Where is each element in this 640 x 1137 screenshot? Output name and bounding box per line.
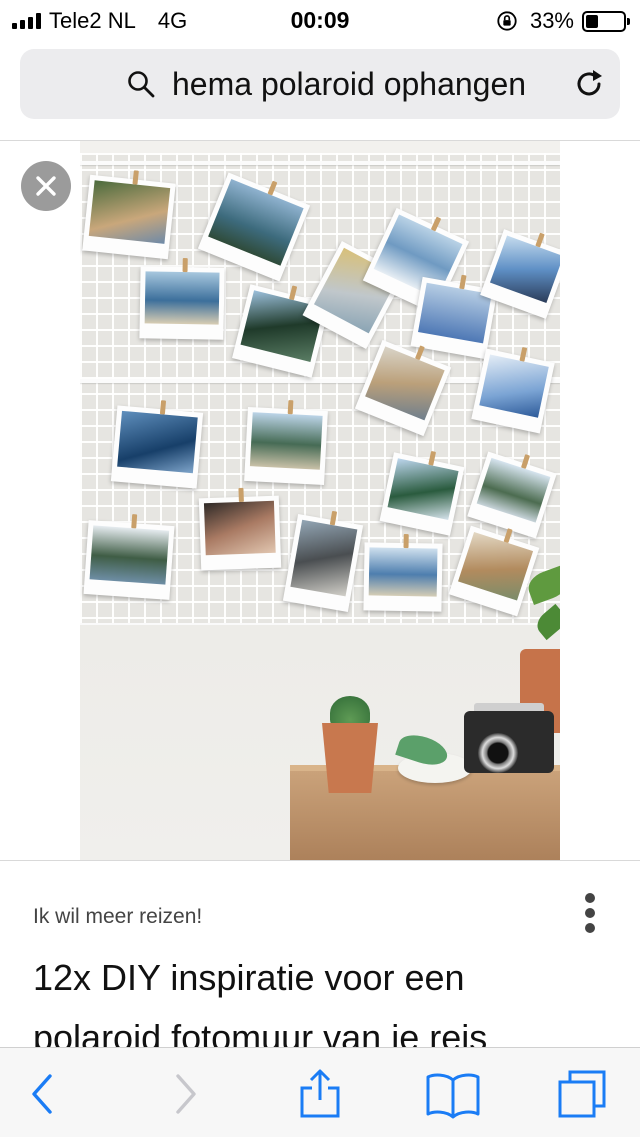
share-icon <box>300 1069 340 1118</box>
orientation-lock-icon <box>497 11 517 31</box>
reload-icon[interactable] <box>572 67 606 101</box>
search-icon <box>128 71 155 98</box>
status-right: 33% <box>496 8 630 34</box>
grid-rail <box>80 161 560 165</box>
close-button[interactable] <box>21 161 71 211</box>
result-source[interactable]: Ik wil meer reizen! <box>33 905 202 929</box>
polaroid-photo <box>110 400 204 489</box>
polaroid-photo <box>198 487 282 571</box>
forward-chevron-icon <box>176 1074 196 1114</box>
share-button[interactable] <box>294 1068 346 1120</box>
bottom-toolbar <box>0 1047 640 1137</box>
close-icon <box>36 176 56 196</box>
battery-percent: 33% <box>529 8 574 33</box>
forward-button[interactable] <box>160 1068 212 1120</box>
status-bar: Tele2 NL 4G 00:09 33% <box>0 0 640 40</box>
polaroid-photo <box>139 258 225 340</box>
polaroid-photo <box>83 514 175 600</box>
battery-level <box>586 14 598 28</box>
battery-icon <box>582 10 630 32</box>
tabs-icon <box>558 1070 606 1118</box>
search-query[interactable]: hema polaroid ophangen <box>172 66 526 103</box>
polaroid-photo <box>471 346 555 434</box>
polaroid-photo <box>244 400 328 486</box>
tabs-button[interactable] <box>556 1068 608 1120</box>
bookmarks-icon <box>426 1073 480 1119</box>
more-vertical-icon[interactable] <box>580 892 600 936</box>
camera-lens <box>478 733 518 773</box>
bookmarks-button[interactable] <box>424 1068 482 1120</box>
terracotta-pot <box>322 723 378 793</box>
back-button[interactable] <box>18 1068 70 1120</box>
divider <box>0 860 640 861</box>
back-chevron-icon <box>32 1074 52 1114</box>
result-image[interactable] <box>80 141 560 860</box>
polaroid-photo <box>363 534 443 612</box>
address-bar[interactable]: hema polaroid ophangen <box>20 49 620 119</box>
polaroid-photo <box>379 450 465 536</box>
polaroid-photo <box>82 170 176 260</box>
